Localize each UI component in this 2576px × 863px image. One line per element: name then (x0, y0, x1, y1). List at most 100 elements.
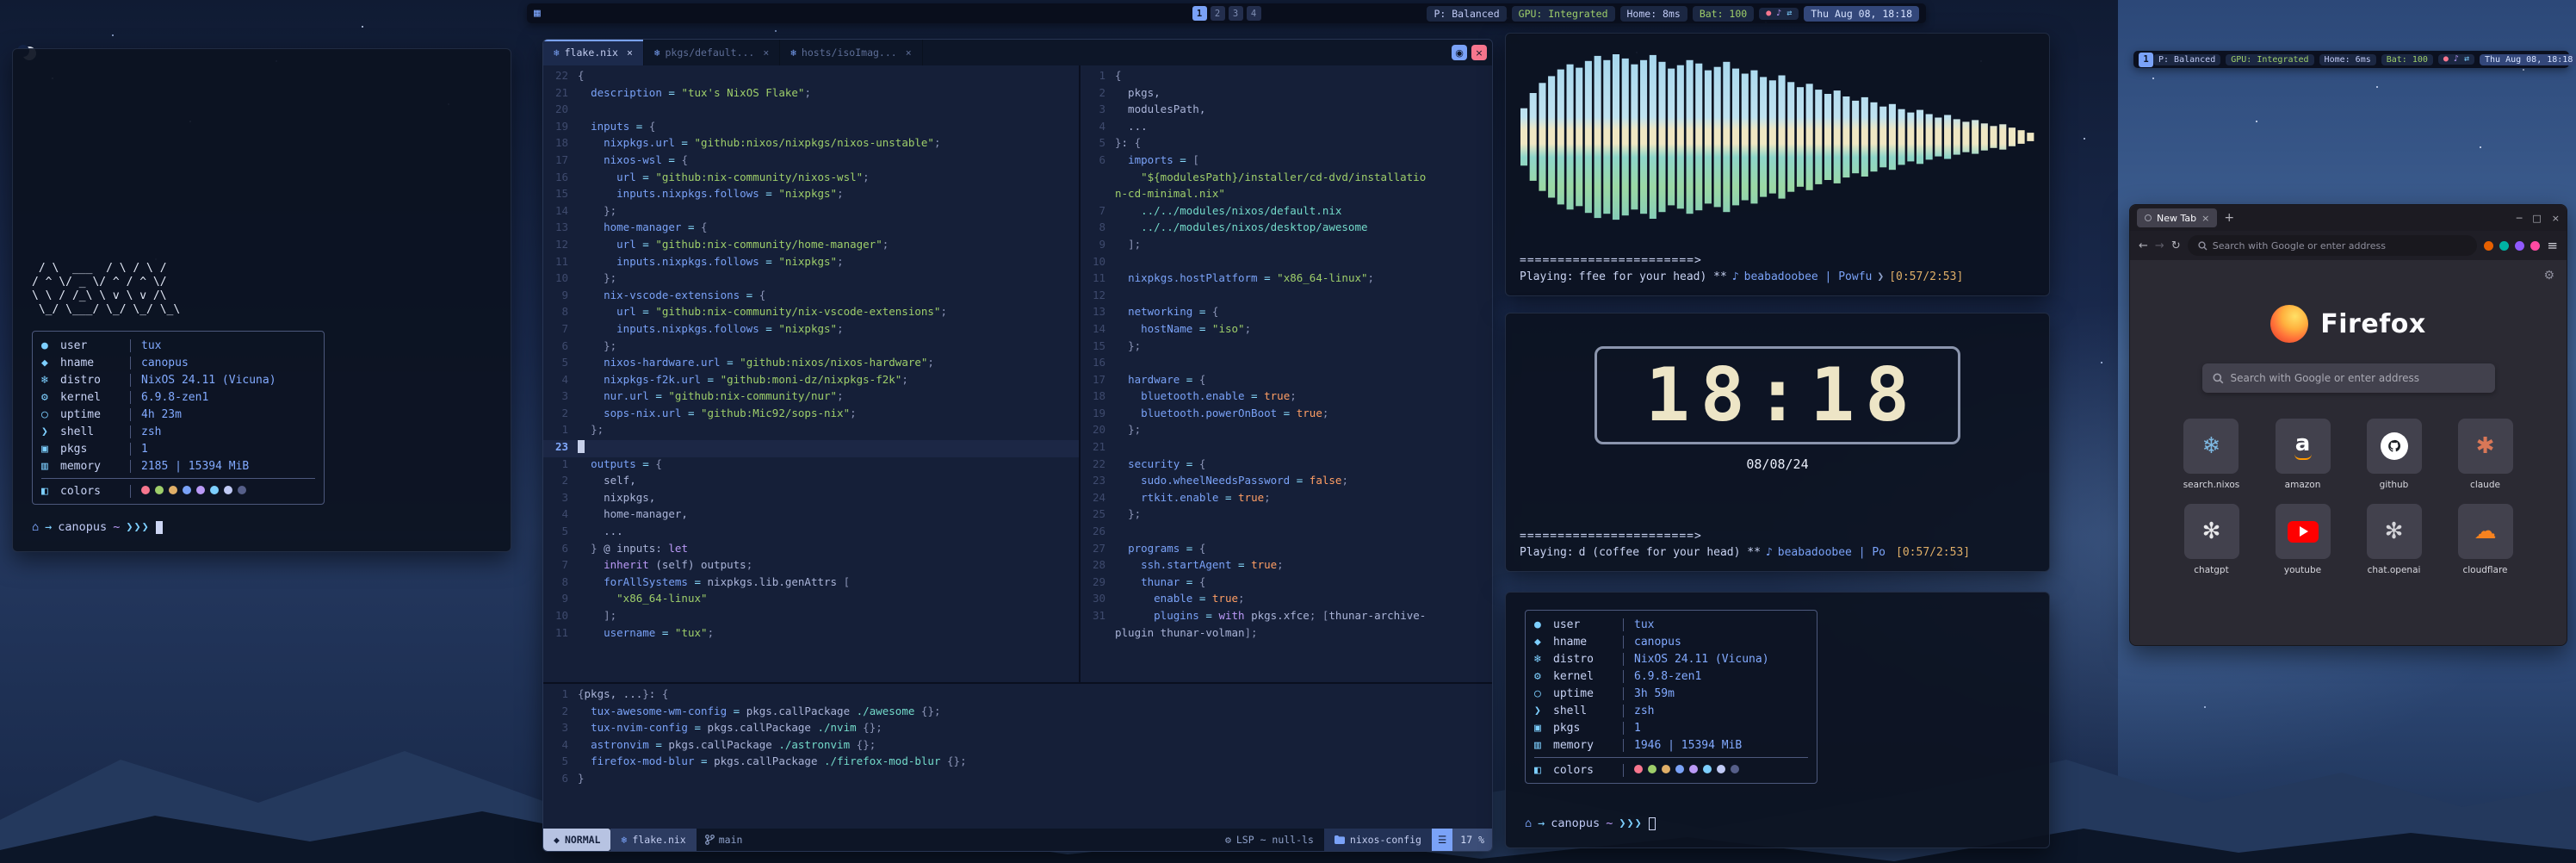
back-button[interactable]: ← (2139, 239, 2148, 252)
amazon-a-logo: a (2294, 433, 2312, 460)
close-icon[interactable]: × (2552, 213, 2560, 224)
gpu-widget[interactable]: GPU: Integrated (1512, 6, 1615, 22)
menu-icon[interactable]: ≡ (2547, 238, 2558, 253)
editor-pane-flake[interactable]: 22{21 description = "tux's NixOS Flake";… (543, 65, 1079, 682)
system-tray[interactable]: ● ♪ ⇄ (1759, 8, 1799, 20)
palette-icon: ◧ (41, 485, 60, 498)
extension-pink[interactable] (2530, 241, 2540, 251)
forward-button[interactable]: → (2155, 239, 2164, 252)
editor-tab-pkgs-default-[interactable]: ❄pkgs/default...× (644, 40, 780, 65)
battery-widget[interactable]: Bat: 100 (1693, 6, 1754, 22)
workspace-3[interactable]: 3 (1229, 6, 1243, 21)
code-line: 30 enable = true; (1081, 592, 1492, 609)
gpu-widget[interactable]: GPU: Integrated (2226, 54, 2313, 65)
playing-title: ffee for your head) ** (1579, 270, 1727, 283)
editor-tab-hosts-isoImag-[interactable]: ❄hosts/isoImag...× (780, 40, 922, 65)
line-number: 27 (1081, 542, 1115, 559)
shell-prompt[interactable]: ⌂ → canopus ~ ❯❯❯ (32, 520, 492, 534)
editor-pane-pkgs[interactable]: 1{pkgs, ...}: {2 tux-awesome-wm-config =… (543, 682, 1492, 829)
tab-close-icon[interactable]: × (2201, 213, 2209, 224)
power-profile-widget[interactable]: P: Balanced (2153, 54, 2220, 65)
terminal-fastfetch[interactable]: / \ ___ / \ / \ / / ^ \/ _ \/ ^ / ^ \/ \… (12, 48, 511, 552)
battery-widget[interactable]: Bat: 100 (2381, 54, 2433, 65)
line-number: 2 (543, 407, 578, 424)
line-text: n-cd-minimal.nix" (1115, 187, 1225, 204)
shell-prompt[interactable]: ⌂ → canopus ~ ❯❯❯ (1525, 816, 2030, 830)
editor-tab-flake-nix[interactable]: ❄flake.nix× (543, 40, 644, 65)
code-line: 8 forAllSystems = nixpkgs.lib.genAttrs [ (543, 575, 1079, 593)
line-text: }; (578, 423, 604, 440)
shortcut-search-nixos[interactable]: ❄search.nixos (2183, 419, 2240, 490)
code-line: 4 home-manager, (543, 507, 1079, 525)
workspace-4[interactable]: 4 (1247, 6, 1261, 21)
system-tray[interactable]: ● ♪ ⇄ (2438, 54, 2474, 65)
workspace-1[interactable]: 1 (1192, 6, 1207, 21)
neovim-editor[interactable]: ❄flake.nix×❄pkgs/default...×❄hosts/isoIm… (542, 39, 1493, 852)
fetch-value: tux (141, 339, 161, 352)
code-line: 3 modulesPath, (1081, 102, 1492, 120)
clock-widget[interactable]: Thu Aug 08, 18:18 (2480, 54, 2576, 65)
shortcut-chat-openai[interactable]: ✻chat.openai (2367, 504, 2422, 575)
terminal-fetch-secondary[interactable]: ●usertux◆hnamecanopus❄distroNixOS 24.11 … (1505, 592, 2050, 848)
record-icon[interactable]: ● (2443, 55, 2449, 64)
line-text: tux-awesome-wm-config = pkgs.callPackage… (578, 705, 941, 722)
app-launcher-icon[interactable]: ▦ (534, 7, 541, 20)
tab-close-icon[interactable]: × (906, 47, 912, 59)
shortcut-github[interactable]: github (2367, 419, 2422, 490)
record-icon[interactable]: ● (1766, 9, 1771, 18)
shortcut-cloudflare[interactable]: ☁cloudflare (2458, 504, 2513, 575)
reload-button[interactable]: ↻ (2171, 239, 2181, 252)
terminal-cava[interactable]: =======================> Playing: ffee f… (1505, 33, 2050, 296)
volume-icon[interactable]: ♪ (2454, 55, 2459, 64)
line-number: 22 (1081, 457, 1115, 475)
address-input[interactable] (2213, 240, 2468, 251)
fetch-label: uptime (1553, 687, 1594, 700)
color-dot (196, 486, 205, 494)
ping-widget[interactable]: Home: 6ms (2319, 54, 2376, 65)
tab-close-icon[interactable]: × (763, 47, 769, 59)
uptime-icon: ○ (1534, 687, 1553, 700)
power-profile-widget[interactable]: P: Balanced (1427, 6, 1506, 22)
terminal-clock[interactable]: 18:18 08/08/24 =======================> … (1505, 313, 2050, 572)
editor-pane-iso[interactable]: 1{2 pkgs,3 modulesPath,4 ...5}: {6 impor… (1081, 65, 1492, 682)
shortcut-claude[interactable]: ✱claude (2458, 419, 2513, 490)
code-line: 11 inputs.nixpkgs.follows = "nixpkgs"; (543, 255, 1079, 272)
shortcut-youtube[interactable]: youtube (2276, 504, 2331, 575)
maximize-icon[interactable]: □ (2532, 213, 2541, 224)
network-icon[interactable]: ⇄ (1786, 9, 1792, 18)
fetch-info-box: ●usertux◆hnamecanopus❄distroNixOS 24.11 … (1525, 610, 1817, 784)
tab-new-tab[interactable]: New Tab × (2137, 208, 2217, 227)
fetch-row-distro: ❄distroNixOS 24.11 (Vicuna) (1534, 650, 1808, 667)
openai-icon: ✻ (2367, 504, 2422, 559)
line-number: 9 (543, 289, 578, 306)
tab-close-icon[interactable]: × (627, 47, 633, 59)
prompt-chevrons: ❯❯❯ (126, 520, 149, 534)
newtab-search-input[interactable] (2231, 373, 2485, 384)
clock-widget[interactable]: Thu Aug 08, 18:18 (1804, 6, 1919, 22)
code-line: 14 }; (543, 204, 1079, 221)
extension-orange[interactable] (2484, 241, 2493, 251)
newtab-search-bar[interactable] (2202, 363, 2495, 393)
network-icon[interactable]: ⇄ (2464, 55, 2469, 64)
code-line: 8 ../../modules/nixos/desktop/awesome (1081, 220, 1492, 238)
ping-widget[interactable]: Home: 8ms (1620, 6, 1687, 22)
shortcut-amazon[interactable]: aamazon (2276, 419, 2331, 490)
extension-teal[interactable] (2499, 241, 2509, 251)
shortcut-chatgpt[interactable]: ✻chatgpt (2184, 504, 2239, 575)
firefox-window[interactable]: New Tab × + ─□× ← → ↻ ≡ ⚙ Fir (2129, 204, 2567, 646)
extension-purple[interactable] (2515, 241, 2524, 251)
color-dot (1662, 765, 1670, 773)
line-text: ]; (578, 609, 616, 626)
buffer-close-button[interactable]: × (1471, 45, 1487, 60)
buffer-pick-button[interactable]: ◉ (1452, 45, 1467, 60)
address-bar[interactable] (2188, 235, 2478, 256)
new-tab-button[interactable]: + (2224, 211, 2234, 225)
minimize-icon[interactable]: ─ (2517, 213, 2523, 224)
line-number: 2 (543, 705, 578, 722)
volume-icon[interactable]: ♪ (1776, 9, 1781, 18)
personalize-gear-icon[interactable]: ⚙ (2543, 269, 2554, 282)
workspace-1[interactable]: 1 (2139, 53, 2153, 67)
playing-prefix: Playing: (1520, 546, 1574, 559)
workspace-2[interactable]: 2 (1211, 6, 1225, 21)
code-line: 26 (1081, 525, 1492, 542)
